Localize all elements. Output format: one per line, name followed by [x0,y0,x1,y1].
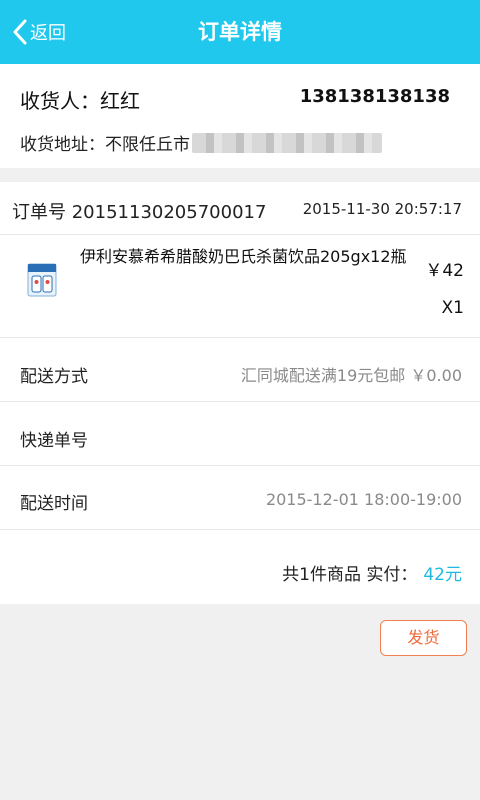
delivery-address: 收货地址： 不限任丘市 [20,130,382,155]
receiver-label: 收货人： [20,89,100,113]
receiver-phone: 138138138138 [299,86,450,107]
total-amount: 42元 [423,565,462,585]
address-label: 收货地址： [20,135,105,155]
ship-button[interactable]: 发货 [380,620,467,656]
total-label: 共1件商品 实付： [282,565,418,585]
divider [0,234,480,235]
order-time: 2015-11-30 20:57:17 [302,200,462,218]
page-title: 订单详情 [198,20,282,44]
order-card: 订单号 20151130205700017 2015-11-30 20:57:1… [0,182,480,604]
product-quantity: X1 [441,298,464,318]
shipping-method-value: 汇同城配送满19元包邮 ￥0.00 [240,366,462,385]
divider [0,529,480,530]
order-number-value: 20151130205700017 [71,202,267,223]
delivery-time-value: 2015-12-01 18:00-19:00 [265,490,462,509]
receiver: 收货人：红红 [20,85,140,114]
tracking-number-label: 快递单号 [20,431,88,451]
order-number-label: 订单号 [12,202,66,223]
receiver-name: 红红 [100,89,140,113]
divider [0,465,480,466]
order-number: 订单号 20151130205700017 [12,198,266,224]
chevron-left-icon [12,19,28,45]
back-label: 返回 [30,23,66,44]
product-name: 伊利安慕希希腊酸奶巴氏杀菌饮品205gx12瓶 [80,247,407,266]
divider [0,337,480,338]
address-card: 收货人：红红 138138138138 收货地址： 不限任丘市 [0,64,480,168]
yogurt-box-icon [22,260,62,300]
product-price: ￥42 [425,261,464,281]
address-text: 不限任丘市 [105,135,190,155]
delivery-time-label: 配送时间 [20,494,88,514]
shipping-method-label: 配送方式 [20,367,88,387]
divider [0,401,480,402]
redacted-address-blur [192,132,382,153]
order-total: 共1件商品 实付： 42元 [282,560,462,585]
app-header: 返回 订单详情 [0,0,480,64]
back-button[interactable]: 返回 [12,16,66,48]
